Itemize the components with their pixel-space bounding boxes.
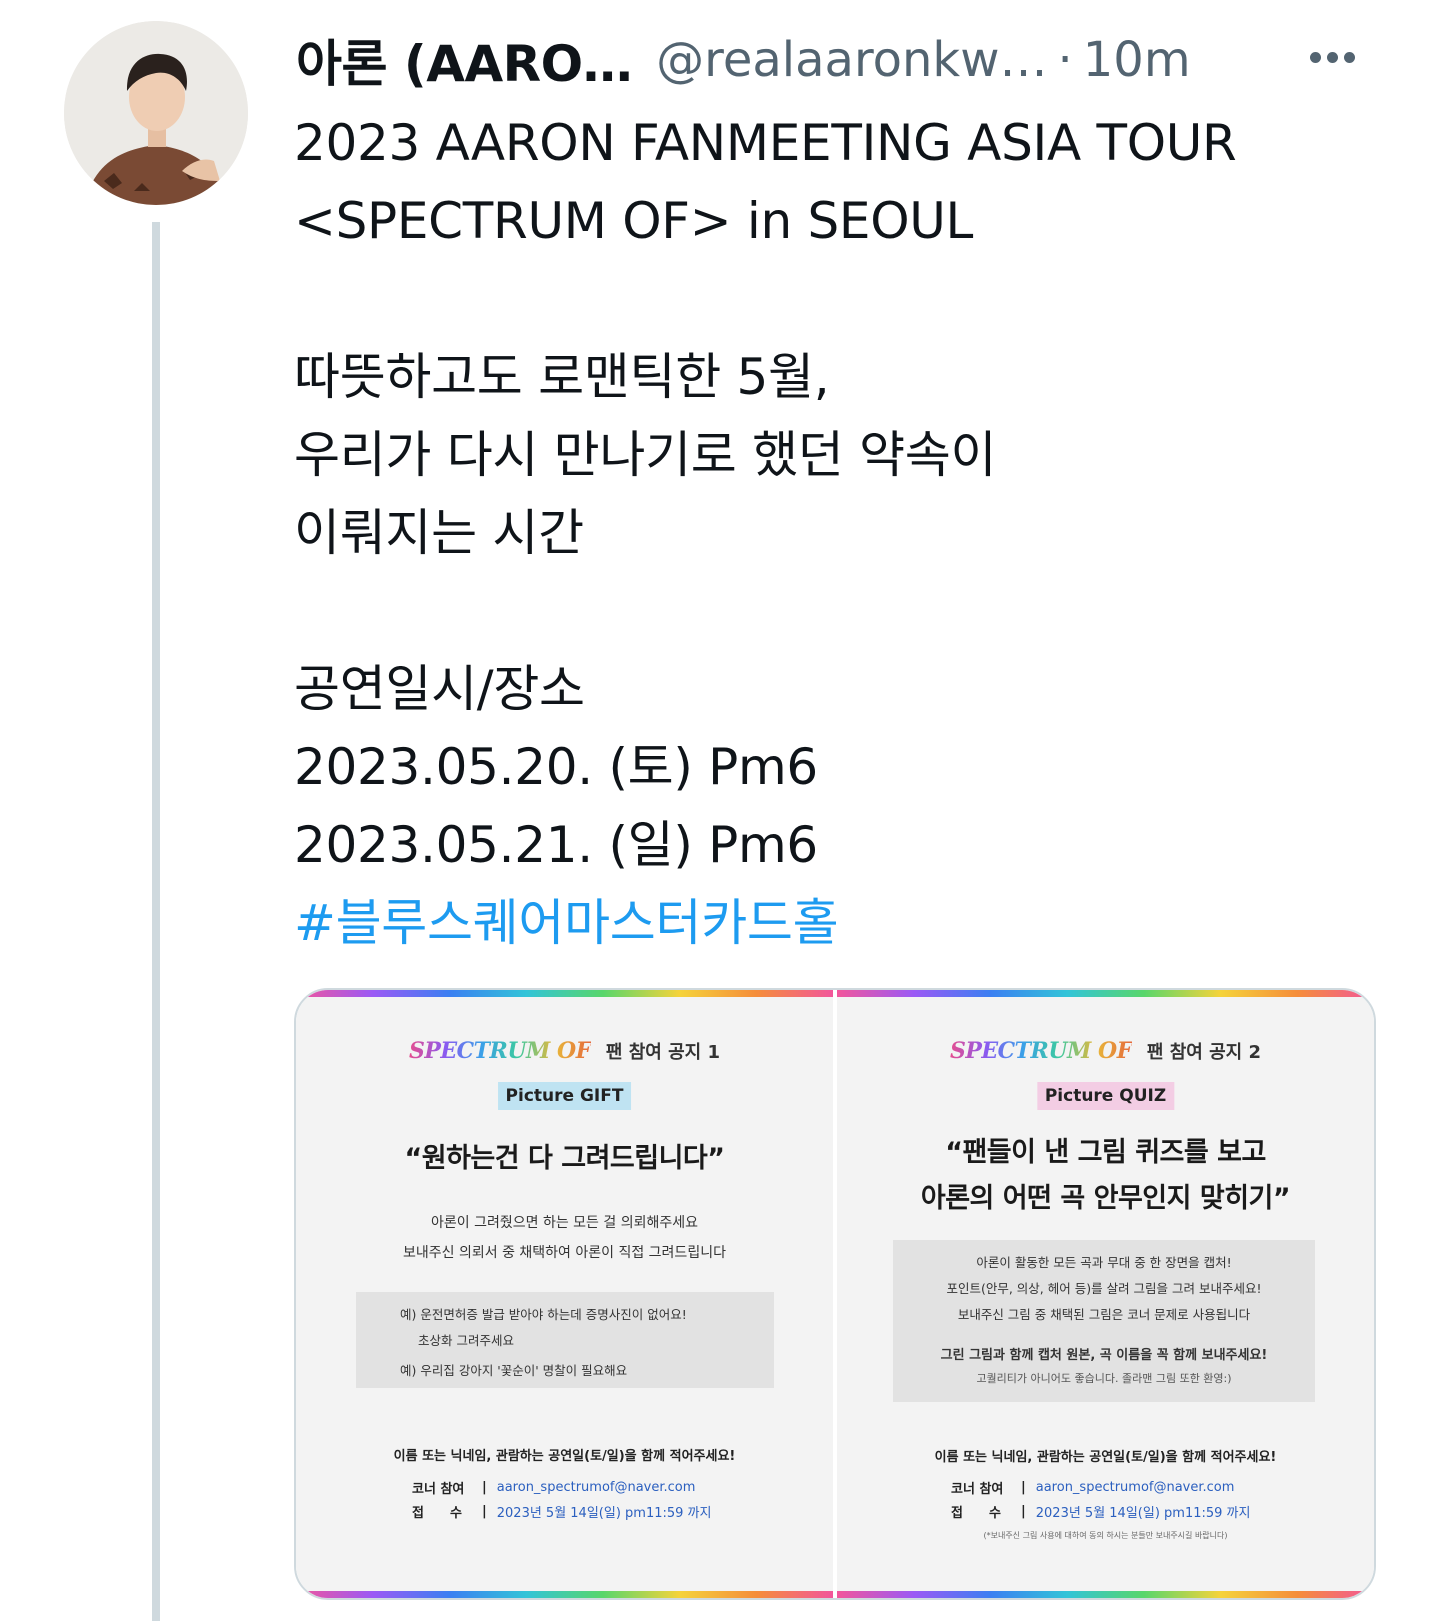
contact-email: aaron_spectrumof@naver.com — [496, 1480, 696, 1495]
panel-description: 아론이 그려줬으면 하는 모든 걸 의뢰해주세요 — [431, 1215, 698, 1231]
panel-description: 보내주신 의뢰서 중 채택하여 아론이 직접 그려드립니다 — [403, 1245, 726, 1261]
corner-label: 코너 참여 — [412, 1482, 465, 1497]
tweet-text: 2023 AARON FANMEETING ASIA TOUR <SPECTRU… — [294, 104, 1374, 962]
tweet-timestamp[interactable]: 10m — [1083, 32, 1191, 88]
instruction-line: 보내주신 그림 중 채택된 그림은 코너 문제로 사용됩니다 — [957, 1307, 1251, 1322]
tweet-line: 따뜻하고도 로맨틱한 5월, — [294, 348, 830, 406]
panel-heading: SPECTRUM OF 팬 참여 공지 1 — [296, 1038, 833, 1064]
rainbow-border-bottom — [837, 1591, 1374, 1598]
header-separator: · — [1057, 32, 1073, 88]
panel-title: 팬 참여 공지 2 — [1146, 1042, 1262, 1063]
tweet-line-break — [294, 260, 1374, 338]
deadline-label: 접 수 — [412, 1506, 462, 1521]
corner-label: 코너 참여 — [951, 1482, 1004, 1497]
example-box: 예) 운전면허증 발급 받아야 하는데 증명사진이 없어요! 초상화 그려주세요… — [356, 1292, 774, 1388]
tweet-header: 아론 (AARO… @realaaronkw… · 10m — [296, 28, 1396, 93]
tweet-line-break — [294, 572, 1374, 650]
instruction-box: 아론이 활동한 모든 곡과 무대 중 한 장면을 캡처! 포인트(안무, 의상,… — [893, 1240, 1315, 1402]
tweet-line: 우리가 다시 만나기로 했던 약속이 — [294, 426, 997, 484]
hashtag-link[interactable]: #블루스퀘어마스터카드홀 — [294, 884, 1374, 962]
author-handle[interactable]: @realaaronkw… — [656, 32, 1047, 88]
panel-headline: “팬들이 낸 그림 퀴즈를 보고 — [945, 1137, 1266, 1168]
media-image-left[interactable]: SPECTRUM OF 팬 참여 공지 1 Picture GIFT “원하는건… — [296, 990, 833, 1598]
tweet-line: 2023 AARON FANMEETING ASIA TOUR — [294, 114, 1237, 172]
example-line: 예) 우리집 강아지 '꽃순이' 명찰이 필요해요 — [400, 1363, 628, 1378]
tweet-line: 이뤄지는 시간 — [294, 504, 584, 562]
deadline-label: 접 수 — [951, 1506, 1001, 1521]
tweet-line: 2023.05.21. (일) Pm6 — [294, 816, 818, 874]
corner-participation-row: 코너 참여 | aaron_spectrumof@naver.com — [951, 1480, 1235, 1497]
tweet-line: 2023.05.20. (토) Pm6 — [294, 738, 818, 796]
author-display-name[interactable]: 아론 (AARO… — [296, 24, 633, 96]
instruction-note: 고퀄리티가 아니어도 좋습니다. 졸라맨 그림 또한 환영:) — [976, 1372, 1232, 1385]
panel-headline: “원하는건 다 그려드립니다” — [404, 1143, 725, 1174]
instruction-line: 포인트(안무, 의상, 헤어 등)를 살려 그림을 그려 보내주세요! — [946, 1281, 1262, 1296]
tweet-media[interactable]: SPECTRUM OF 팬 참여 공지 1 Picture GIFT “원하는건… — [294, 988, 1376, 1600]
panel-headline: 아론의 어떤 곡 안무인지 맞히기” — [920, 1183, 1291, 1214]
disclaimer-text: (*보내주신 그림 사용에 대하여 동의 하시는 분들만 보내주시길 바랍니다) — [983, 1531, 1228, 1540]
instruction-line: 아론이 활동한 모든 곡과 무대 중 한 장면을 캡처! — [976, 1255, 1232, 1270]
deadline-row: 접 수 | 2023년 5월 14일(일) pm11:59 까지 — [951, 1504, 1251, 1521]
more-options-icon[interactable] — [1310, 42, 1370, 72]
example-line: 예) 운전면허증 발급 받아야 하는데 증명사진이 없어요! — [400, 1307, 687, 1322]
corner-participation-row: 코너 참여 | aaron_spectrumof@naver.com — [412, 1480, 696, 1497]
thread-connector-line — [152, 222, 160, 1621]
picture-quiz-tag: Picture QUIZ — [1036, 1082, 1175, 1110]
media-image-right[interactable]: SPECTRUM OF 팬 참여 공지 2 Picture QUIZ “팬들이 … — [837, 990, 1374, 1598]
instruction-emphasis: 그린 그림과 함께 캡처 원본, 곡 이름을 꼭 함께 보내주세요! — [940, 1348, 1268, 1363]
deadline-date: 2023년 5월 14일(일) pm11:59 까지 — [496, 1506, 712, 1521]
rainbow-border-bottom — [296, 1591, 833, 1598]
deadline-row: 접 수 | 2023년 5월 14일(일) pm11:59 까지 — [412, 1504, 712, 1521]
tweet-line: <SPECTRUM OF> in SEOUL — [294, 192, 974, 250]
rainbow-border-top — [296, 990, 833, 997]
panel-title: 팬 참여 공지 1 — [605, 1042, 721, 1063]
spectrum-of-logo: SPECTRUM OF — [408, 1038, 591, 1064]
panel-heading: SPECTRUM OF 팬 참여 공지 2 — [837, 1038, 1374, 1064]
avatar-image — [64, 21, 248, 205]
deadline-date: 2023년 5월 14일(일) pm11:59 까지 — [1035, 1506, 1251, 1521]
picture-gift-tag: Picture GIFT — [497, 1082, 632, 1110]
avatar[interactable] — [64, 21, 248, 205]
spectrum-of-logo: SPECTRUM OF — [949, 1038, 1132, 1064]
example-line: 초상화 그려주세요 — [418, 1333, 514, 1348]
panel-footer-note: 이름 또는 닉네임, 관람하는 공연일(토/일)을 함께 적어주세요! — [393, 1449, 736, 1464]
rainbow-border-top — [837, 990, 1374, 997]
contact-email: aaron_spectrumof@naver.com — [1035, 1480, 1235, 1495]
panel-footer-note: 이름 또는 닉네임, 관람하는 공연일(토/일)을 함께 적어주세요! — [934, 1450, 1277, 1465]
tweet-line: 공연일시/장소 — [294, 660, 585, 718]
